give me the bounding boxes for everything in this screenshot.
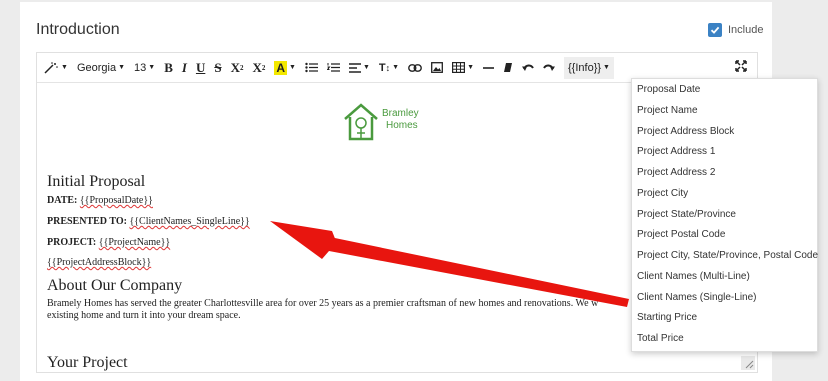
dropdown-item-project-address-1[interactable]: Project Address 1 — [632, 141, 817, 162]
dropdown-item-client-names-single[interactable]: Client Names (Single-Line) — [632, 287, 817, 308]
address-block-line: {{ProjectAddressBlock}} — [47, 257, 152, 268]
text-size-button[interactable]: T ↕ ▼ — [379, 57, 399, 79]
italic-button[interactable]: I — [182, 57, 187, 79]
dropdown-item-project-name[interactable]: Project Name — [632, 100, 817, 121]
bullet-list-icon — [305, 62, 318, 73]
redo-icon — [543, 64, 555, 71]
undo-button[interactable] — [522, 57, 534, 79]
numbered-list-icon — [326, 63, 340, 72]
about-heading: About Our Company — [47, 277, 183, 294]
undo-icon — [522, 64, 534, 71]
dropdown-item-project-city[interactable]: Project City — [632, 183, 817, 204]
info-menu-button[interactable]: {{Info}} ▼ — [564, 56, 614, 79]
image-icon — [431, 62, 444, 73]
project-line: PROJECT: {{ProjectName}} — [47, 237, 171, 248]
link-icon — [408, 63, 422, 72]
align-button[interactable]: ▼ — [348, 57, 370, 79]
image-button[interactable] — [431, 57, 444, 79]
bullet-list-button[interactable] — [305, 57, 318, 79]
company-logo: Bramley Homes — [341, 101, 441, 149]
include-toggle[interactable]: Include — [708, 23, 763, 37]
magic-wand-icon — [44, 61, 58, 74]
your-project-heading: Your Project — [47, 354, 128, 371]
section-title: Introduction — [36, 21, 120, 38]
dropdown-item-project-city-state-postal[interactable]: Project City, State/Province, Postal Cod… — [632, 245, 818, 266]
dropdown-item-project-postal-code[interactable]: Project Postal Code — [632, 224, 817, 245]
dropdown-item-total-price[interactable]: Total Price — [632, 328, 817, 349]
align-left-icon — [348, 62, 361, 73]
logo-text-line1: Bramley — [382, 108, 419, 119]
include-checkbox[interactable] — [708, 23, 722, 37]
font-size-select[interactable]: 13 ▼ — [134, 57, 155, 79]
bold-button[interactable]: B — [164, 57, 173, 79]
font-color-button[interactable]: A ▼ — [274, 57, 296, 79]
link-button[interactable] — [408, 57, 422, 79]
checkmark-icon — [710, 26, 720, 34]
subscript-button[interactable]: X2 — [252, 57, 265, 79]
superscript-button[interactable]: X2 — [231, 57, 244, 79]
horizontal-rule-icon — [483, 66, 494, 69]
expand-icon — [735, 60, 747, 72]
presented-to-line: PRESENTED TO: {{ClientNames_SingleLine}} — [47, 216, 250, 227]
about-paragraph: Bramely Homes has served the greater Cha… — [47, 298, 599, 321]
dropdown-item-client-names-multi[interactable]: Client Names (Multi-Line) — [632, 266, 817, 287]
strikethrough-button[interactable]: S — [214, 57, 221, 79]
date-line: DATE: {{ProposalDate}} — [47, 195, 153, 206]
proposal-heading: Initial Proposal — [47, 173, 146, 190]
table-icon — [452, 62, 466, 73]
logo-text-line2: Homes — [386, 120, 418, 131]
clear-format-button[interactable] — [503, 57, 513, 79]
horizontal-rule-button[interactable] — [483, 57, 494, 79]
dropdown-item-proposal-date[interactable]: Proposal Date — [632, 79, 817, 100]
info-dropdown-menu: Proposal Date Project Name Project Addre… — [631, 78, 818, 352]
resize-grip-icon — [745, 360, 754, 369]
eraser-icon — [504, 63, 512, 72]
resize-handle[interactable] — [741, 356, 755, 370]
table-button[interactable]: ▼ — [452, 57, 474, 79]
fullscreen-button[interactable] — [735, 60, 747, 75]
redo-button[interactable] — [543, 57, 555, 79]
dropdown-item-starting-price[interactable]: Starting Price — [632, 307, 817, 328]
magic-wand-button[interactable]: ▼ — [43, 57, 68, 79]
dropdown-item-project-address-block[interactable]: Project Address Block — [632, 121, 817, 142]
dropdown-item-project-address-2[interactable]: Project Address 2 — [632, 162, 817, 183]
house-tree-icon — [344, 103, 378, 141]
font-family-select[interactable]: Georgia ▼ — [77, 57, 125, 79]
numbered-list-button[interactable] — [326, 57, 340, 79]
include-label: Include — [728, 24, 764, 36]
dropdown-item-project-state[interactable]: Project State/Province — [632, 204, 817, 225]
underline-button[interactable]: U — [196, 57, 205, 79]
